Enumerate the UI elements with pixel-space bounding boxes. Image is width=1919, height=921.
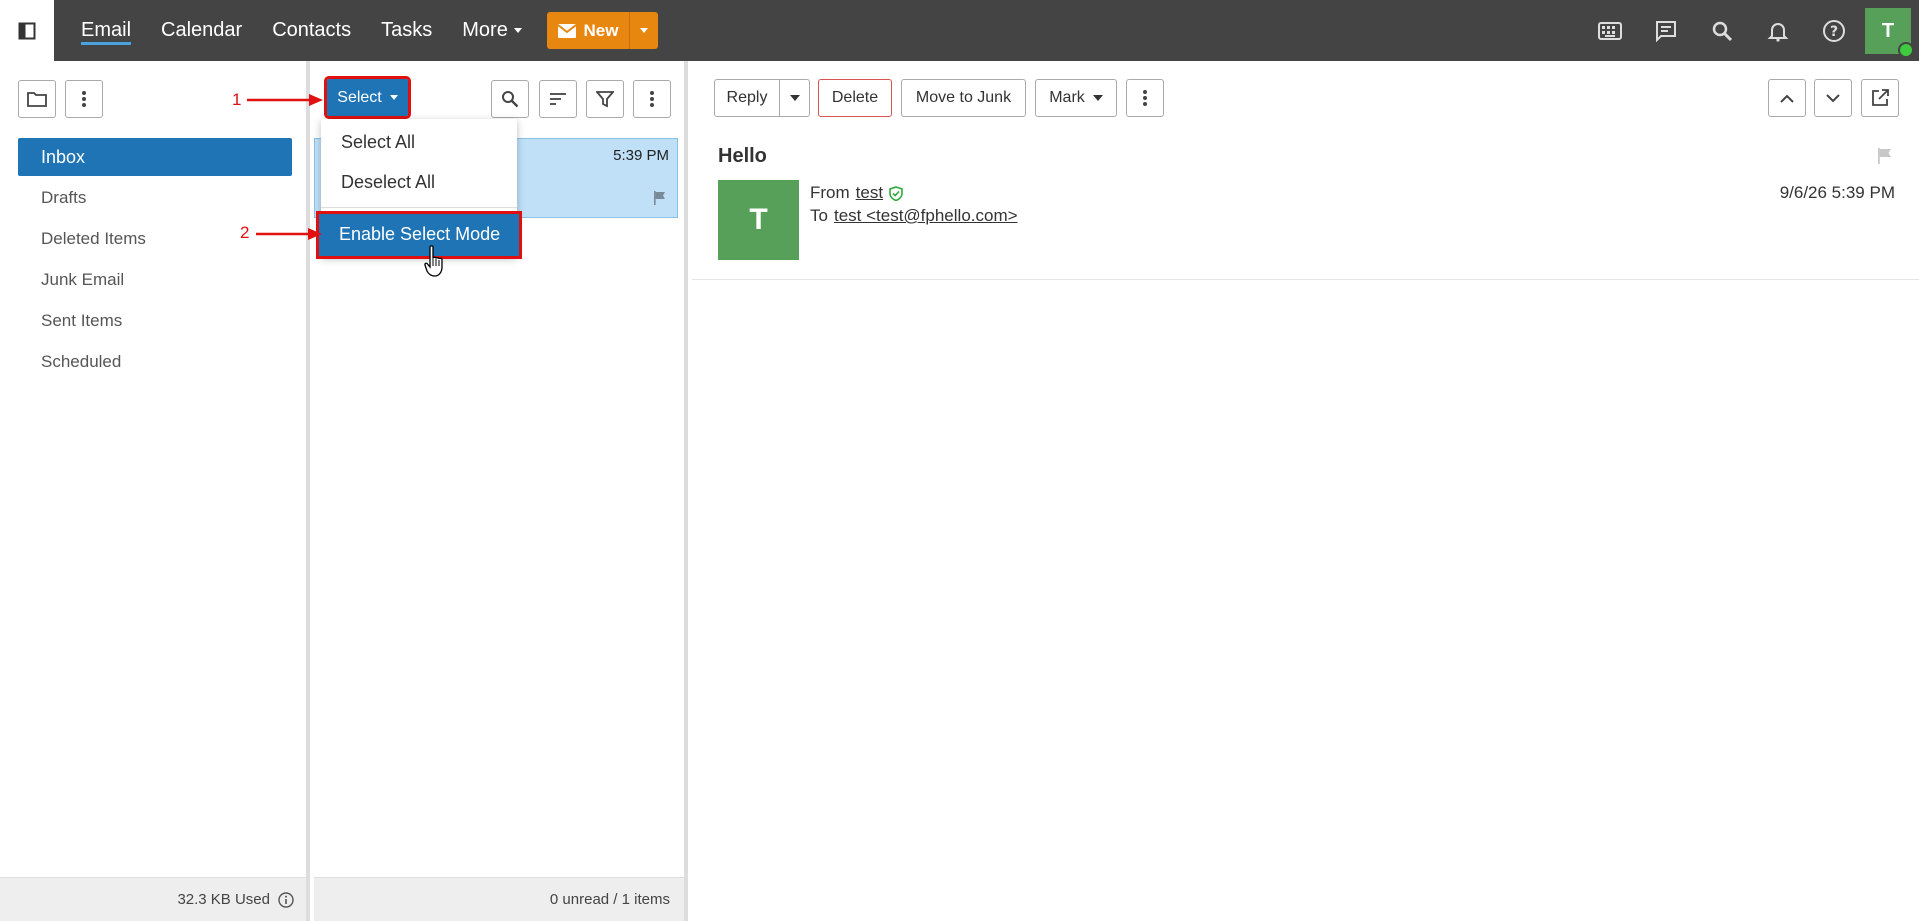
mark-button[interactable]: Mark [1035, 79, 1117, 117]
menu-item-enable-select-mode[interactable]: Enable Select Mode [316, 211, 522, 259]
new-dropdown-button[interactable] [629, 12, 658, 49]
message-date: 9/6/26 5:39 PM [1779, 183, 1895, 202]
folder-button[interactable] [18, 80, 56, 118]
nav-calendar[interactable]: Calendar [161, 19, 242, 42]
nav-more-label: More [462, 19, 508, 41]
nav-contacts[interactable]: Contacts [272, 19, 351, 42]
hand-cursor-icon [424, 245, 443, 277]
more-vertical-icon [82, 91, 86, 107]
search-messages-button[interactable] [491, 80, 529, 118]
recipient-link[interactable]: test <test@fphello.com> [834, 206, 1018, 226]
folder-more-button[interactable] [65, 80, 103, 118]
search-icon [502, 91, 519, 108]
external-link-icon [1872, 89, 1889, 106]
svg-text:?: ? [1830, 24, 1838, 40]
folder-sent-items[interactable]: Sent Items [18, 302, 292, 340]
menu-item-deselect-all[interactable]: Deselect All [321, 163, 517, 201]
message-subject: Hello [718, 145, 767, 167]
sender-avatar: T [718, 180, 799, 260]
chevron-down-icon [513, 28, 522, 34]
folder-scheduled[interactable]: Scheduled [18, 343, 292, 381]
next-message-button[interactable] [1814, 79, 1852, 117]
reply-button-group: Reply [714, 79, 810, 117]
folder-icon [27, 92, 47, 107]
new-button[interactable]: New [547, 12, 629, 49]
folder-inbox[interactable]: Inbox [18, 138, 292, 176]
message-time: 5:39 PM [613, 147, 669, 164]
previous-message-button[interactable] [1768, 79, 1806, 117]
more-vertical-icon [650, 91, 654, 107]
reading-pane: Reply Delete Move to Junk Mark Hello T F… [692, 61, 1919, 921]
annotation-number-1: 1 [232, 90, 242, 109]
keyboard-icon[interactable] [1595, 16, 1625, 46]
main-nav: Email Calendar Contacts Tasks More [81, 0, 552, 61]
move-to-junk-button[interactable]: Move to Junk [901, 79, 1026, 117]
sidebar-toggle-icon[interactable] [0, 0, 54, 61]
menu-item-select-all[interactable]: Select All [321, 123, 517, 161]
chevron-down-icon [640, 28, 648, 33]
chat-icon[interactable] [1651, 16, 1681, 46]
nav-more[interactable]: More [462, 19, 522, 42]
header-divider [692, 279, 1919, 280]
online-status-dot [1898, 42, 1914, 58]
envelope-icon [557, 23, 576, 38]
chevron-down-icon [1826, 93, 1840, 102]
filter-button[interactable] [586, 80, 624, 118]
verified-shield-icon [889, 185, 903, 201]
from-line: From test [810, 183, 903, 203]
bell-icon[interactable] [1763, 16, 1793, 46]
delete-button[interactable]: Delete [818, 79, 892, 117]
flag-icon[interactable] [653, 191, 667, 205]
annotation-number-2: 2 [240, 223, 250, 242]
help-icon[interactable]: ? [1819, 16, 1849, 46]
nav-email[interactable]: Email [81, 19, 131, 42]
to-label: To [810, 206, 828, 225]
folder-list: Inbox Drafts Deleted Items Junk Email Se… [18, 138, 292, 384]
select-dropdown-menu: Select All Deselect All Enable Select Mo… [316, 119, 522, 259]
info-icon[interactable] [278, 891, 294, 908]
pop-out-button[interactable] [1861, 79, 1899, 117]
chevron-down-icon [789, 95, 800, 101]
filter-icon [596, 91, 614, 108]
list-status: 0 unread / 1 items [314, 877, 684, 921]
top-right-icons: ? [1595, 0, 1849, 61]
sort-icon [550, 93, 566, 105]
folder-deleted-items[interactable]: Deleted Items [18, 220, 292, 258]
chevron-down-icon [1092, 95, 1103, 101]
chevron-down-icon [389, 95, 398, 100]
top-bar: Email Calendar Contacts Tasks More New ?… [0, 0, 1919, 61]
chevron-up-icon [1780, 94, 1794, 103]
folder-junk-email[interactable]: Junk Email [18, 261, 292, 299]
storage-used-label: 32.3 KB Used [177, 891, 270, 908]
nav-tasks[interactable]: Tasks [381, 19, 432, 42]
flag-icon[interactable] [1877, 148, 1893, 164]
storage-usage: 32.3 KB Used [0, 877, 306, 921]
reply-button[interactable]: Reply [715, 89, 779, 107]
annotation-arrow-2 [256, 228, 322, 240]
mark-button-label: Mark [1049, 89, 1085, 106]
message-list-pane: 5:39 PM Select Select All Deselect All E… [314, 61, 688, 921]
new-button-group: New [547, 12, 658, 49]
folder-drafts[interactable]: Drafts [18, 179, 292, 217]
sort-button[interactable] [539, 80, 577, 118]
list-more-button[interactable] [633, 80, 671, 118]
annotation-arrow-1 [247, 94, 323, 106]
reading-more-button[interactable] [1126, 79, 1164, 117]
sender-name-link[interactable]: test [856, 183, 883, 203]
select-button-label: Select [337, 88, 382, 106]
select-button[interactable]: Select [324, 76, 411, 119]
reply-dropdown-button[interactable] [779, 80, 809, 116]
new-button-label: New [583, 20, 619, 40]
search-icon[interactable] [1707, 16, 1737, 46]
folder-pane: Inbox Drafts Deleted Items Junk Email Se… [0, 61, 310, 921]
menu-divider [321, 207, 517, 208]
more-vertical-icon [1143, 90, 1147, 106]
to-line: To test <test@fphello.com> [810, 206, 1018, 226]
from-label: From [810, 183, 850, 202]
